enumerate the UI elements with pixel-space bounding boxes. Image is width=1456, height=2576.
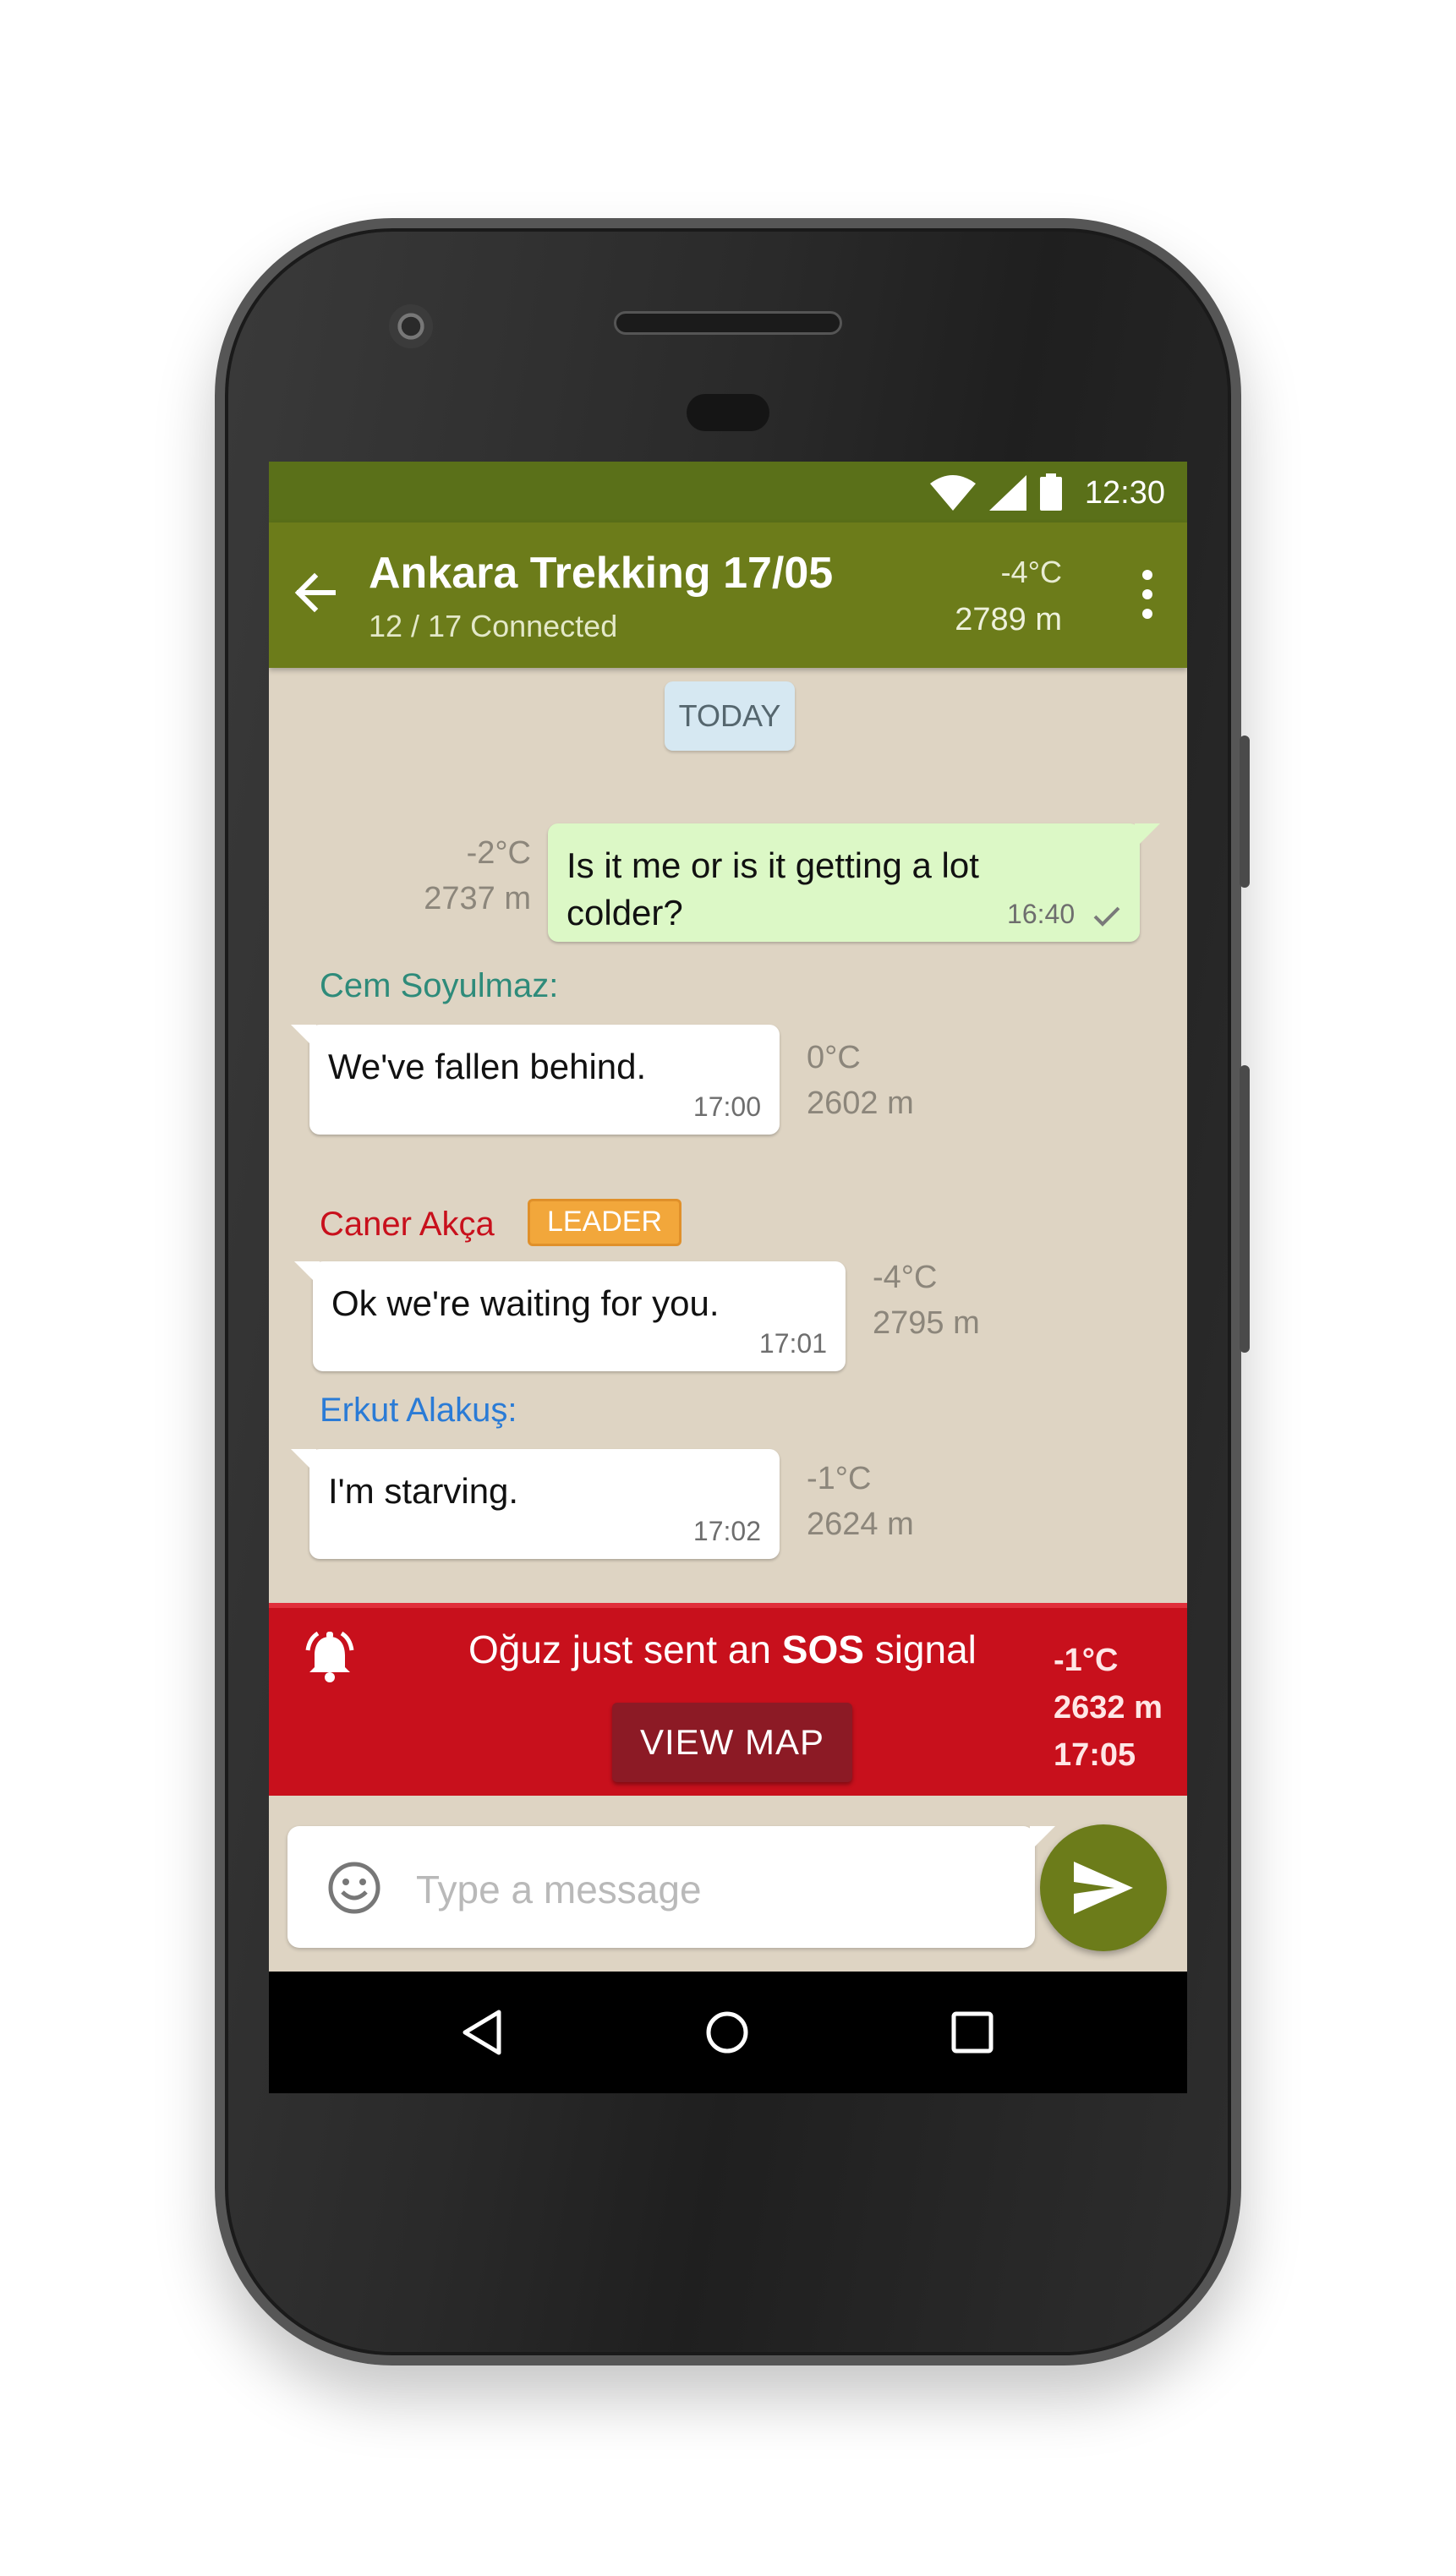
emoji-icon[interactable] — [326, 1860, 382, 1916]
send-button[interactable] — [1040, 1824, 1167, 1951]
message-altitude: 2624 m — [807, 1507, 914, 1542]
sos-keyword: SOS — [781, 1627, 864, 1671]
message-input[interactable] — [414, 1855, 993, 1924]
volume-button — [1240, 1065, 1250, 1353]
message-time: 16:40 — [1007, 899, 1076, 929]
header-altitude: 2789 m — [955, 602, 1062, 637]
front-camera — [389, 304, 433, 348]
incoming-message[interactable]: I'm starving. 17:02 — [291, 1449, 780, 1559]
nav-back-icon[interactable] — [453, 2002, 514, 2063]
message-time: 17:01 — [758, 1328, 827, 1359]
bell-alarm-icon — [305, 1631, 354, 1682]
message-meta: 0°C 2602 m — [807, 1035, 914, 1126]
status-time: 12:30 — [1084, 475, 1165, 511]
proximity-sensor — [687, 394, 769, 431]
incoming-message[interactable]: Ok we're waiting for you. 17:01 — [294, 1261, 846, 1371]
phone-screen: 12:30 Ankara Trekking 17/05 12 / 17 Conn… — [269, 462, 1187, 2093]
sender-name[interactable]: Erkut Alakuş: — [320, 1392, 517, 1430]
message-text: We've fallen behind. — [328, 1047, 647, 1086]
sos-temperature: -1°C — [1054, 1643, 1119, 1678]
sos-message: Oğuz just sent an SOS signal — [468, 1627, 977, 1672]
message-text-line: colder? — [567, 893, 683, 933]
sos-time: 17:05 — [1054, 1737, 1136, 1773]
message-temperature: -2°C — [466, 835, 531, 871]
sos-text-part: Oğuz just sent an — [468, 1627, 782, 1671]
system-nav-bar — [269, 1972, 1187, 2093]
message-composer — [287, 1826, 1055, 1948]
message-temperature: -1°C — [807, 1461, 872, 1496]
leader-badge: LEADER — [528, 1199, 681, 1246]
message-altitude: 2795 m — [873, 1305, 980, 1341]
nav-home-icon[interactable] — [697, 2002, 758, 2063]
sos-meta: -1°C 2632 m 17:05 — [1054, 1637, 1163, 1779]
date-divider: TODAY — [665, 681, 795, 751]
group-title[interactable]: Ankara Trekking 17/05 — [369, 548, 833, 599]
incoming-message[interactable]: We've fallen behind. 17:00 — [291, 1025, 780, 1135]
message-temperature: -4°C — [873, 1260, 938, 1295]
back-arrow-icon[interactable] — [287, 565, 343, 621]
chat-app-bar: Ankara Trekking 17/05 12 / 17 Connected … — [269, 522, 1187, 668]
overflow-menu-icon[interactable] — [1141, 570, 1153, 619]
message-meta: -2°C 2737 m — [337, 830, 531, 922]
message-time: 17:02 — [692, 1516, 761, 1546]
sender-name[interactable]: Caner Akça — [320, 1206, 495, 1244]
nav-recents-icon[interactable] — [942, 2002, 1003, 2063]
message-text: Ok we're waiting for you. — [331, 1283, 720, 1323]
message-text-line: Is it me or is it getting a lot — [567, 845, 979, 885]
sos-text-part: signal — [863, 1627, 977, 1671]
message-time-row: 16:40 — [1007, 899, 1121, 930]
sos-altitude: 2632 m — [1054, 1690, 1163, 1726]
view-map-button[interactable]: VIEW MAP — [612, 1703, 852, 1782]
connected-count: 12 / 17 Connected — [369, 609, 618, 643]
header-temperature: -4°C — [1000, 555, 1062, 589]
cell-signal-icon — [989, 475, 1026, 511]
message-altitude: 2737 m — [424, 881, 531, 916]
message-time: 17:00 — [692, 1091, 761, 1122]
sos-alert-banner: Oğuz just sent an SOS signal VIEW MAP -1… — [269, 1603, 1187, 1796]
status-bar: 12:30 — [269, 462, 1187, 522]
sender-name[interactable]: Cem Soyulmaz: — [320, 967, 558, 1005]
wifi-icon — [930, 475, 976, 511]
send-icon — [1074, 1862, 1133, 1914]
status-icons — [930, 473, 1062, 511]
message-temperature: 0°C — [807, 1040, 861, 1075]
message-text: I'm starving. — [328, 1471, 519, 1511]
sent-check-icon — [1093, 906, 1120, 927]
message-altitude: 2602 m — [807, 1086, 914, 1121]
message-meta: -1°C 2624 m — [807, 1456, 914, 1547]
battery-icon — [1040, 473, 1062, 511]
earpiece-speaker — [614, 311, 842, 335]
power-button — [1240, 736, 1250, 888]
message-meta: -4°C 2795 m — [873, 1255, 980, 1346]
outgoing-message[interactable]: Is it me or is it getting a lot colder? … — [548, 823, 1160, 942]
